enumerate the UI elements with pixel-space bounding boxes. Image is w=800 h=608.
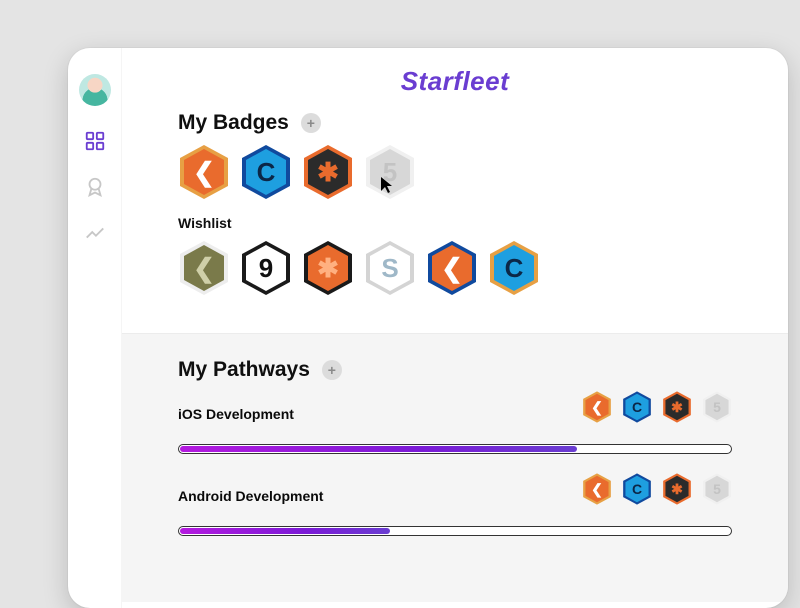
badge-glyph: ❮ [193, 253, 215, 284]
badge-swift2[interactable]: ❮ [426, 239, 478, 297]
pathway-head: iOS Development ❮ C ✱ 5 [178, 390, 732, 438]
dashboard-icon[interactable] [84, 130, 106, 152]
badge-glyph: C [632, 399, 642, 415]
badge-c-lang[interactable]: C [622, 472, 652, 506]
brand-name: Starfleet [401, 66, 510, 96]
badge-glyph: C [257, 157, 276, 188]
badge-glyph: ✱ [671, 481, 683, 498]
badges-heading-row: My Badges + [178, 111, 732, 135]
progress-fill [180, 446, 577, 452]
trend-icon[interactable] [84, 222, 106, 244]
badge-glyph: ✱ [671, 399, 683, 416]
badge-nine[interactable]: 9 [240, 239, 292, 297]
badge-network[interactable]: ✱ [662, 390, 692, 424]
badge-c-lang[interactable]: C [622, 390, 652, 424]
main-content: Starfleet My Badges + ❮ C ✱ 5 Wishlist ❮… [122, 48, 788, 608]
badge-swift[interactable]: ❮ [582, 390, 612, 424]
pathways-heading-row: My Pathways + [178, 358, 732, 382]
brand-header: Starfleet [122, 48, 788, 111]
badge-glyph: ❮ [193, 157, 215, 188]
badges-title: My Badges [178, 111, 289, 135]
badge-swift[interactable]: ❮ [178, 143, 230, 201]
avatar[interactable] [79, 74, 111, 106]
progress-bar [178, 444, 732, 454]
badge-network2[interactable]: ✱ [302, 239, 354, 297]
plus-icon: + [307, 115, 315, 131]
badge-c2[interactable]: C [488, 239, 540, 297]
badge-glyph: 5 [713, 481, 721, 497]
badge-swift-olive[interactable]: ❮ [178, 239, 230, 297]
pathways-title: My Pathways [178, 358, 310, 382]
pathway-title: iOS Development [178, 406, 294, 422]
badge-five[interactable]: 5 [364, 143, 416, 201]
badge-c-lang[interactable]: C [240, 143, 292, 201]
pathway-head: Android Development ❮ C ✱ 5 [178, 472, 732, 520]
app-window: Starfleet My Badges + ❮ C ✱ 5 Wishlist ❮… [68, 48, 788, 608]
award-icon[interactable] [84, 176, 106, 198]
badge-network[interactable]: ✱ [302, 143, 354, 201]
badge-glyph: ✱ [317, 157, 339, 188]
pathway-badges: ❮ C ✱ 5 [582, 472, 732, 506]
add-pathway-button[interactable]: + [322, 360, 342, 380]
badge-five[interactable]: 5 [702, 390, 732, 424]
progress-fill [180, 528, 390, 534]
pathways-list: iOS Development ❮ C ✱ 5Android Developme… [178, 390, 732, 536]
pathway-row: iOS Development ❮ C ✱ 5 [178, 390, 732, 454]
badges-row: ❮ C ✱ 5 [178, 143, 732, 201]
wishlist-title: Wishlist [178, 215, 232, 231]
badge-glyph: 9 [259, 253, 273, 284]
badge-five[interactable]: 5 [702, 472, 732, 506]
badge-glyph: ❮ [591, 481, 603, 498]
pathways-section: My Pathways + iOS Development ❮ C ✱ 5And… [122, 333, 788, 602]
badge-network[interactable]: ✱ [662, 472, 692, 506]
progress-bar [178, 526, 732, 536]
badge-glyph: ❮ [441, 253, 463, 284]
badge-glyph: ❮ [591, 399, 603, 416]
add-badge-button[interactable]: + [301, 113, 321, 133]
pathway-title: Android Development [178, 488, 323, 504]
pathway-badges: ❮ C ✱ 5 [582, 390, 732, 424]
badge-glyph: ✱ [317, 253, 339, 284]
badge-glyph: 5 [383, 157, 397, 188]
wishlist-heading-row: Wishlist [178, 215, 732, 231]
badge-s[interactable]: S [364, 239, 416, 297]
wishlist-row: ❮ 9 ✱ S ❮ C [178, 239, 732, 297]
badges-section: My Badges + ❮ C ✱ 5 Wishlist ❮ 9 ✱ S ❮ [122, 111, 788, 333]
plus-icon: + [328, 362, 336, 378]
badge-glyph: 5 [713, 399, 721, 415]
badge-swift[interactable]: ❮ [582, 472, 612, 506]
badge-glyph: S [381, 253, 398, 284]
badge-glyph: C [632, 481, 642, 497]
sidebar [68, 48, 122, 608]
pathway-row: Android Development ❮ C ✱ 5 [178, 472, 732, 536]
badge-glyph: C [505, 253, 524, 284]
